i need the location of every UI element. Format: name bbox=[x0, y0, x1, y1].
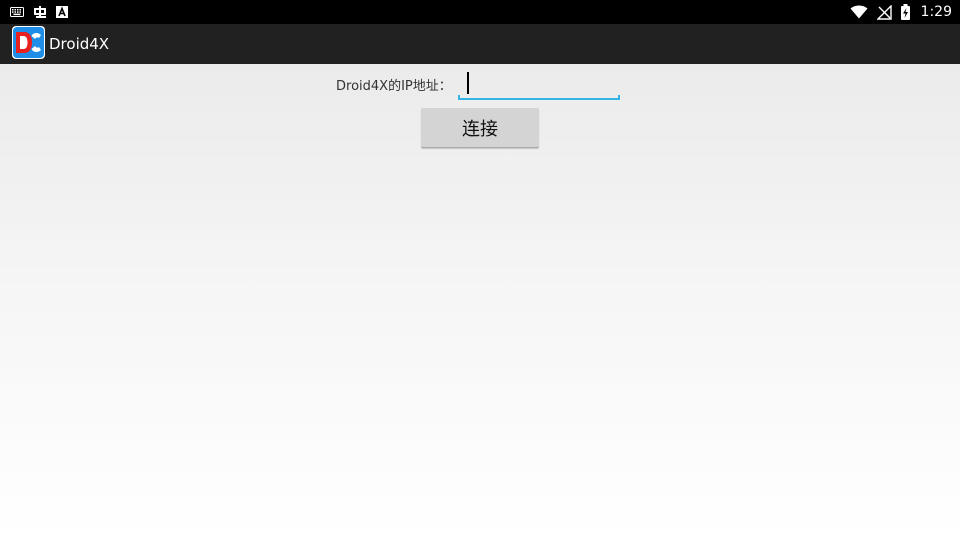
no-signal-icon bbox=[876, 4, 892, 20]
droid4x-logo-icon bbox=[0, 25, 45, 63]
connect-button[interactable]: 连接 bbox=[421, 108, 539, 148]
app-action-bar: Droid4X bbox=[0, 24, 960, 64]
status-bar: 1:29 bbox=[0, 0, 960, 24]
status-left-icons bbox=[10, 0, 68, 24]
status-right-icons: 1:29 bbox=[850, 0, 952, 24]
status-clock: 1:29 bbox=[920, 4, 952, 20]
android-a-icon bbox=[56, 6, 68, 18]
ip-input-underline bbox=[458, 95, 620, 100]
text-cursor bbox=[467, 72, 469, 94]
app-title: Droid4X bbox=[49, 35, 110, 53]
ip-address-label: Droid4X的IP地址： bbox=[336, 79, 452, 94]
ip-address-input[interactable] bbox=[458, 68, 620, 102]
battery-charging-icon bbox=[900, 4, 910, 20]
keyboard-icon bbox=[10, 7, 24, 17]
android-screen: 1:29 Droid4X Droid4X的IP地址： 连接 bbox=[0, 0, 960, 540]
debug-bug-icon bbox=[32, 4, 48, 20]
wifi-icon bbox=[850, 5, 868, 19]
